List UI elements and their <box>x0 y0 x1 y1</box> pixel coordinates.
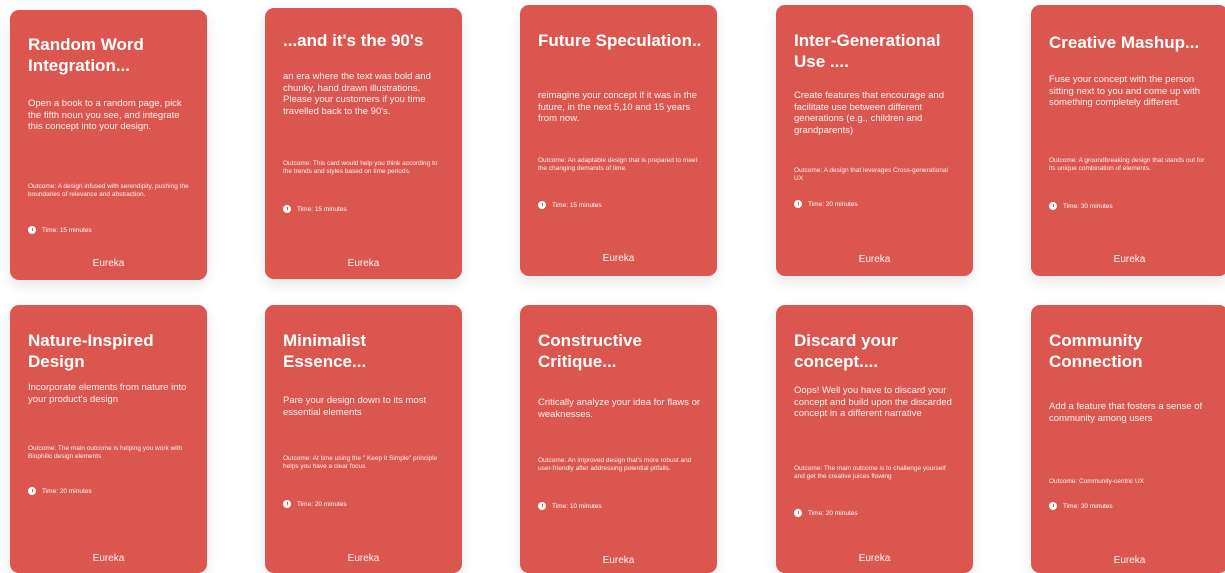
card-outcome: Outcome: At time using the " Keep it Sim… <box>283 455 438 470</box>
card-brand: Eureka <box>602 253 635 264</box>
card-outcome: Outcome: An improved design that's more … <box>538 457 692 472</box>
card-brand: Eureka <box>92 258 125 269</box>
card-creative-mashup[interactable]: Creative Mashup... Fuse your concept wit… <box>1031 5 1225 276</box>
card-time: Time: 15 minutes <box>283 205 347 213</box>
clock-icon <box>1049 502 1057 510</box>
card-brand: Eureka <box>602 555 635 566</box>
card-discard-concept[interactable]: Discard your concept.... Oops! Well you … <box>776 305 973 573</box>
card-time: Time: 15 minutes <box>28 226 92 234</box>
card-future-speculation[interactable]: Future Speculation.. reimagine your conc… <box>520 5 717 276</box>
card-title: ...and it's the 90's <box>283 31 424 50</box>
card-time-label: Time: 30 minutes <box>1063 502 1113 510</box>
card-time-label: Time: 15 minutes <box>552 201 602 209</box>
card-time: Time: 30 minutes <box>1049 202 1113 210</box>
card-title: Minimalist Essence... <box>283 331 367 371</box>
card-time-label: Time: 15 minutes <box>297 205 347 213</box>
clock-icon <box>28 226 36 234</box>
card-outcome: Outcome: An adaptable design that is pre… <box>538 157 698 172</box>
card-title: Random Word Integration... <box>28 35 144 75</box>
card-random-word[interactable]: Random Word Integration... Open a book t… <box>10 10 207 280</box>
clock-icon <box>538 502 546 510</box>
card-time: Time: 20 minutes <box>794 200 858 208</box>
clock-icon <box>283 500 291 508</box>
card-time-label: Time: 30 minutes <box>1063 202 1113 210</box>
card-outcome: Outcome: The main outcome is helping you… <box>28 445 183 460</box>
card-time-label: Time: 20 minutes <box>808 200 858 208</box>
card-constructive-critique[interactable]: Constructive Critique... Critically anal… <box>520 305 717 573</box>
card-outcome: Outcome: Community-centric UX <box>1049 478 1144 485</box>
card-time-label: Time: 20 minutes <box>297 500 347 508</box>
card-description: Pare your design down to its most essent… <box>283 395 427 418</box>
card-minimalist-essence[interactable]: Minimalist Essence... Pare your design d… <box>265 305 462 573</box>
card-brand: Eureka <box>1113 254 1146 265</box>
card-title: Future Speculation.. <box>538 31 702 50</box>
card-time: Time: 20 minutes <box>794 509 858 517</box>
card-community-connection[interactable]: Community Connection Add a feature that … <box>1031 305 1225 573</box>
card-time: Time: 15 minutes <box>538 201 602 209</box>
card-time-label: Time: 20 minutes <box>808 509 858 517</box>
card-time: Time: 30 minutes <box>1049 502 1113 510</box>
card-title: Community Connection <box>1049 331 1143 371</box>
card-title: Discard your concept.... <box>794 331 898 371</box>
card-description: Critically analyze your idea for flaws o… <box>538 397 701 420</box>
card-brand: Eureka <box>858 254 891 265</box>
clock-icon <box>794 200 802 208</box>
card-description: Create features that encourage and facil… <box>794 90 944 136</box>
card-nature-inspired[interactable]: Nature-Inspired Design Incorporate eleme… <box>10 305 207 573</box>
card-time: Time: 20 minutes <box>28 487 92 495</box>
card-time-label: Time: 15 minutes <box>42 226 92 234</box>
card-title: Nature-Inspired Design <box>28 331 154 371</box>
card-brand: Eureka <box>92 553 125 564</box>
card-description: Incorporate elements from nature into yo… <box>28 382 187 405</box>
card-time-label: Time: 20 minutes <box>42 487 92 495</box>
card-outcome: Outcome: The main outcome is to challeng… <box>794 465 946 480</box>
card-brand: Eureka <box>1113 555 1146 566</box>
clock-icon <box>538 201 546 209</box>
card-outcome: Outcome: A design that leverages Cross-g… <box>794 167 948 182</box>
card-90s[interactable]: ...and it's the 90's an era where the te… <box>265 8 462 279</box>
card-outcome: Outcome: A design infused with serendipi… <box>28 183 189 198</box>
card-description: an era where the text was bold and chunk… <box>283 71 431 117</box>
card-title: Inter-Generational Use .... <box>794 31 941 71</box>
card-description: Open a book to a random page, pick the f… <box>28 98 182 132</box>
card-description: Fuse your concept with the person sittin… <box>1049 74 1201 108</box>
card-inter-generational[interactable]: Inter-Generational Use .... Create featu… <box>776 5 973 276</box>
card-description: reimagine your concept if it was in the … <box>538 90 697 124</box>
card-title: Constructive Critique... <box>538 331 642 371</box>
clock-icon <box>794 509 802 517</box>
card-time: Time: 10 minutes <box>538 502 602 510</box>
card-outcome: Outcome: This card would help you think … <box>283 160 438 175</box>
card-time: Time: 20 minutes <box>283 500 347 508</box>
card-description: Oops! Well you have to discard your conc… <box>794 385 952 419</box>
card-time-label: Time: 10 minutes <box>552 502 602 510</box>
card-title: Creative Mashup... <box>1049 33 1200 52</box>
card-brand: Eureka <box>858 553 891 564</box>
clock-icon <box>1049 202 1057 210</box>
card-outcome: Outcome: A groundbreaking design that st… <box>1049 157 1205 172</box>
clock-icon <box>28 487 36 495</box>
clock-icon <box>283 205 291 213</box>
card-brand: Eureka <box>347 258 380 269</box>
card-description: Add a feature that fosters a sense of co… <box>1049 401 1203 424</box>
card-brand: Eureka <box>347 553 380 564</box>
